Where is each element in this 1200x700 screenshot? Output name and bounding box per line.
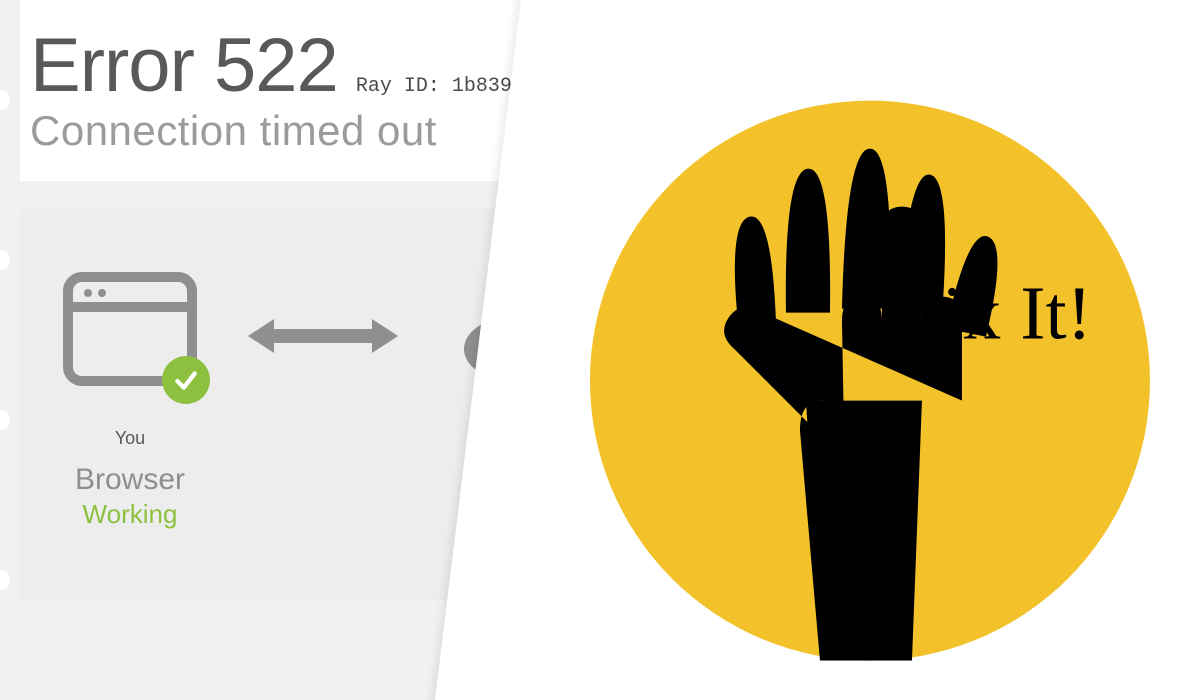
raised-hand-icon [590,101,1150,661]
fix-it-label: Fix It! [900,271,1092,358]
node-browser: You Browser Working [60,269,200,530]
fix-it-badge: Fix It! [590,101,1150,661]
node-status: Working [83,499,178,530]
fix-it-overlay: Fix It! [428,0,1200,700]
node-name: Browser [75,463,185,497]
double-arrow-icon [248,311,398,361]
error-title: Error 522 [30,22,338,109]
check-badge-icon [162,356,210,404]
node-tag: You [115,428,145,449]
